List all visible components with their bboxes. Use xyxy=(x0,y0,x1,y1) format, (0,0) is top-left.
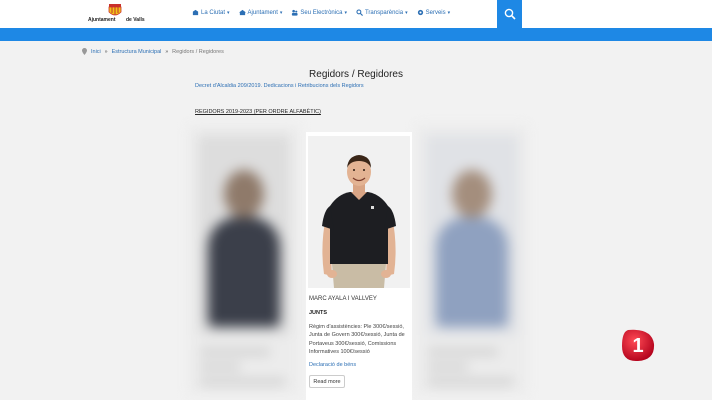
councillor-photo xyxy=(308,136,410,288)
nav-serveis[interactable]: Serveis ▾ xyxy=(417,9,451,16)
nav-ajuntament[interactable]: Ajuntament ▾ xyxy=(238,9,283,16)
browser-frame: Ajuntament de Valls La Ciutat ▾ Ajuntame… xyxy=(0,0,712,400)
councillor-card: MARC AYALA I VALLVEY JUNTS Règim d'assis… xyxy=(306,132,412,400)
councillor-card-blurred xyxy=(416,125,528,395)
read-more-button[interactable]: Read more xyxy=(309,375,345,388)
location-pin-icon xyxy=(82,48,87,55)
section-heading: REGIDORS 2019-2023 (PER ORDRE ALFABÈTIC) xyxy=(195,109,321,115)
header-accent-bar xyxy=(0,28,712,41)
nav-label: Ajuntament xyxy=(247,9,278,16)
search-button[interactable] xyxy=(497,0,522,28)
councillor-card-blurred xyxy=(188,125,300,395)
site-header: Ajuntament de Valls La Ciutat ▾ Ajuntame… xyxy=(0,0,712,28)
nav-la-ciutat[interactable]: La Ciutat ▾ xyxy=(192,9,230,16)
logo-text-2: de Valls xyxy=(126,17,145,23)
caret-down-icon: ▾ xyxy=(344,9,347,16)
caret-down-icon: ▾ xyxy=(279,9,283,16)
nav-label: La Ciutat xyxy=(201,9,226,16)
councillor-party: JUNTS xyxy=(309,310,328,316)
nav-label: Seu Electrònica xyxy=(300,9,343,16)
breadcrumb-estructura[interactable]: Estructura Municipal xyxy=(112,49,162,55)
breadcrumb-home[interactable]: Inici xyxy=(91,49,101,55)
decree-links: Decret d'Alcaldia 209/2019. Dedicacions … xyxy=(195,83,364,89)
main-nav: La Ciutat ▾ Ajuntament ▾ Seu Electrònica… xyxy=(192,9,450,16)
users-icon xyxy=(292,9,298,16)
channel-number: 1 xyxy=(632,335,643,357)
site-logo[interactable]: Ajuntament de Valls xyxy=(86,4,146,24)
magnifier-icon xyxy=(356,9,363,16)
breadcrumb-separator-icon: » xyxy=(104,48,108,55)
page-title: Regidors / Regidores xyxy=(309,69,403,80)
declaration-link[interactable]: Declaració de béns xyxy=(309,362,356,368)
nav-transparencia[interactable]: Transparència ▾ xyxy=(356,9,408,16)
caret-down-icon: ▾ xyxy=(447,9,451,16)
nav-seu-electronica[interactable]: Seu Electrònica ▾ xyxy=(291,9,347,16)
nav-label: Transparència xyxy=(364,9,404,16)
city-icon xyxy=(192,9,199,16)
retribucions-link[interactable]: Dedicacions i Retribucions dels Regidors xyxy=(264,83,364,89)
services-icon xyxy=(417,9,423,16)
portrait-image xyxy=(308,136,410,288)
town-hall-icon xyxy=(238,9,246,16)
nav-label: Serveis xyxy=(425,9,446,16)
breadcrumb: Inici » Estructura Municipal » Regidors … xyxy=(82,48,224,55)
decree-link[interactable]: Decret d'Alcaldia 209/2019 xyxy=(195,83,261,89)
channel-logo-icon: 1 xyxy=(622,329,655,362)
caret-down-icon: ▾ xyxy=(405,9,408,16)
councillor-name: MARC AYALA I VALLVEY xyxy=(309,296,377,302)
breadcrumb-current: Regidors / Regidores xyxy=(172,48,224,55)
breadcrumb-separator-icon: » xyxy=(165,48,169,55)
search-icon xyxy=(504,8,516,20)
councillor-description: Règim d'assistències: Ple 300€/sessió, J… xyxy=(309,324,405,355)
coat-of-arms-icon xyxy=(108,4,122,16)
caret-down-icon: ▾ xyxy=(227,9,230,16)
logo-text-1: Ajuntament xyxy=(88,17,116,23)
